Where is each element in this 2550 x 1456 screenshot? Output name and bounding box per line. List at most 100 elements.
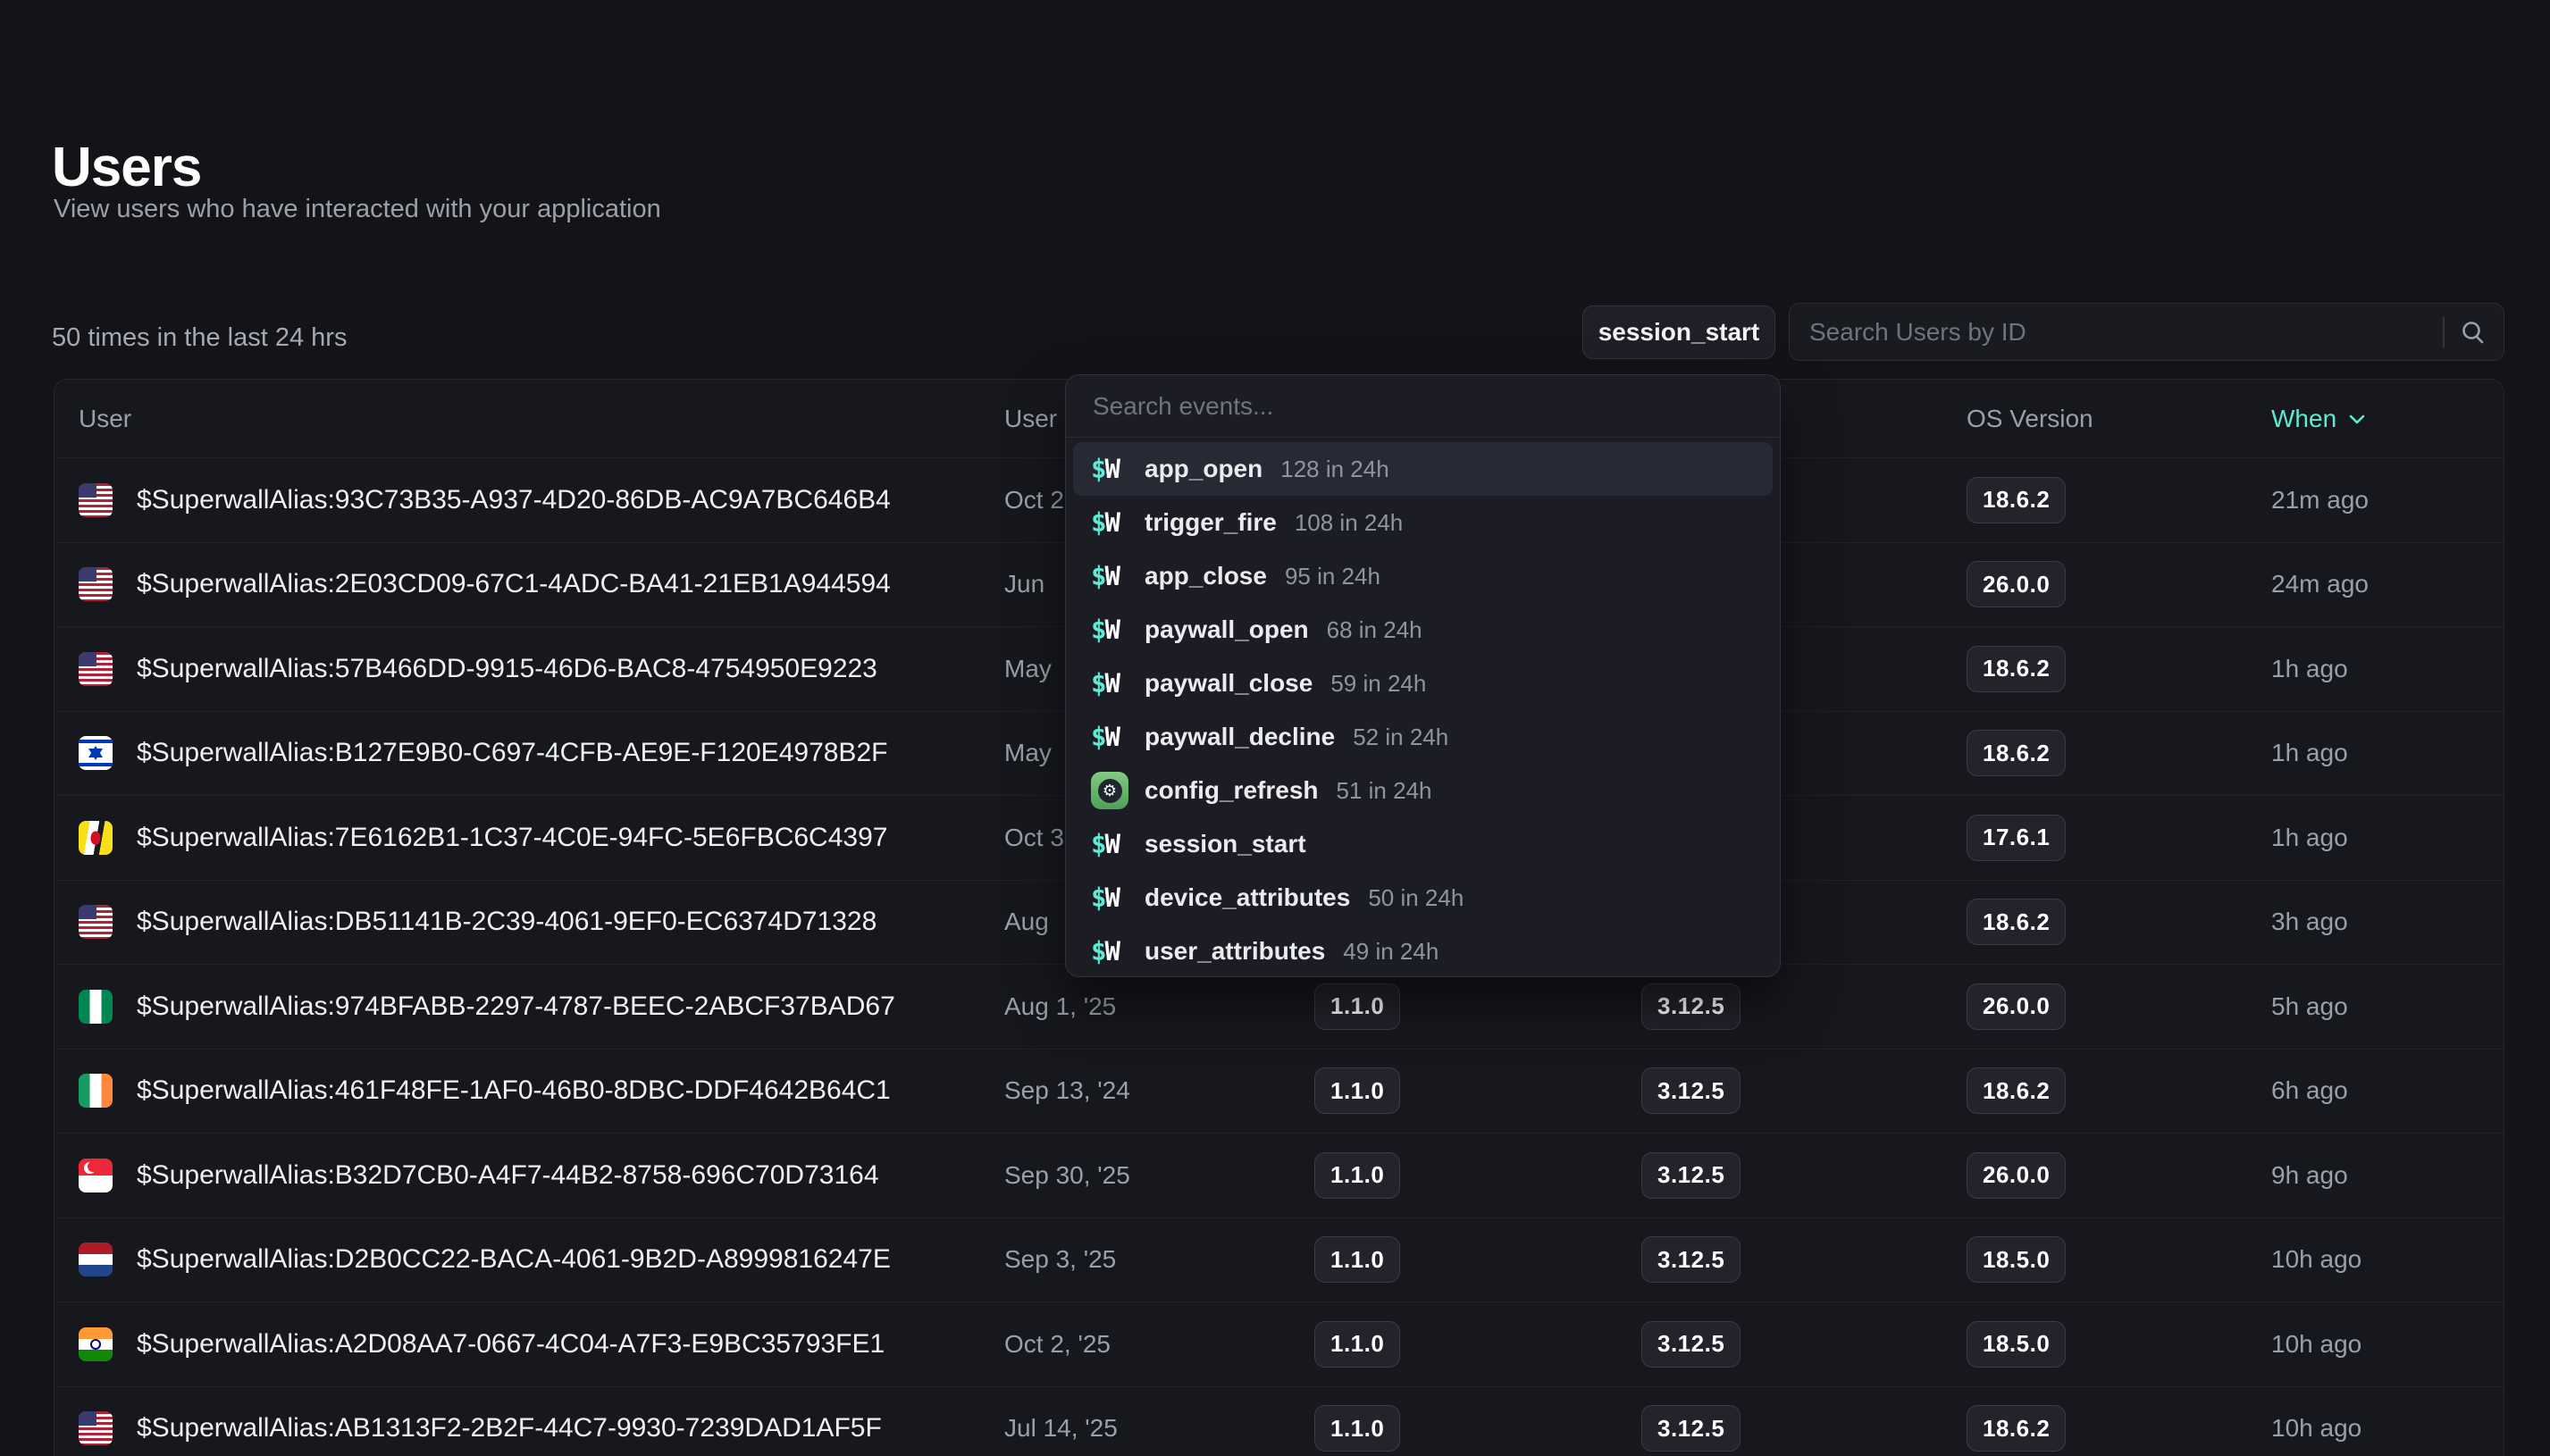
table-row[interactable]: $SuperwallAlias:A2D08AA7-0667-4C04-A7F3-… <box>55 1301 2504 1386</box>
ie-flag-icon <box>79 1074 113 1108</box>
il-flag-icon <box>79 736 113 770</box>
us-flag-detail <box>79 1411 96 1426</box>
os-version-badge: 26.0.0 <box>1967 983 2066 1030</box>
user-alias: $SuperwallAlias:2E03CD09-67C1-4ADC-BA41-… <box>137 569 891 599</box>
search-icon[interactable] <box>2459 318 2487 347</box>
dollar-glyph: $ <box>1091 829 1104 859</box>
user-since-value: Oct 2, '25 <box>1004 1330 1111 1359</box>
event-list: $Wapp_open128 in 24h$Wtrigger_fire108 in… <box>1066 438 1780 978</box>
table-row[interactable]: $SuperwallAlias:D2B0CC22-BACA-4061-9B2D-… <box>55 1218 2504 1302</box>
os-version-badge: 18.6.2 <box>1967 1067 2066 1114</box>
event-count-text: 50 times in the last 24 hrs <box>52 323 347 353</box>
last-seen-value: 9h ago <box>2271 1161 2348 1190</box>
os-version-badge: 18.5.0 <box>1967 1236 2066 1283</box>
table-row[interactable]: $SuperwallAlias:AB1313F2-2B2F-44C7-9930-… <box>55 1386 2504 1456</box>
event-item-config_refresh[interactable]: ⚙ config_refresh 51 in 24h <box>1073 764 1773 817</box>
chevron-down-icon <box>2345 407 2369 431</box>
us-flag-icon <box>79 567 113 601</box>
event-name: config_refresh <box>1145 776 1319 805</box>
event-name: paywall_close <box>1145 669 1313 698</box>
user-alias: $SuperwallAlias:B32D7CB0-A4F7-44B2-8758-… <box>137 1160 879 1191</box>
bn-flag-icon <box>79 821 113 855</box>
last-seen-value: 6h ago <box>2271 1076 2348 1105</box>
user-alias: $SuperwallAlias:A2D08AA7-0667-4C04-A7F3-… <box>137 1329 885 1360</box>
dollar-glyph: $ <box>1091 936 1104 966</box>
event-item-paywall_open[interactable]: $Wpaywall_open68 in 24h <box>1073 603 1773 657</box>
nl-flag-icon <box>79 1243 113 1276</box>
event-count: 51 in 24h <box>1337 777 1432 805</box>
user-search-input[interactable] <box>1790 304 2504 360</box>
dollar-glyph: $ <box>1091 722 1104 752</box>
when-sort-header[interactable]: When <box>2271 405 2369 433</box>
us-flag-detail <box>79 483 96 498</box>
dollar-glyph: $ <box>1091 561 1104 591</box>
last-seen-value: 21m ago <box>2271 486 2369 515</box>
il-flag-detail <box>79 763 113 766</box>
os-version-badge: 26.0.0 <box>1967 1152 2066 1199</box>
last-seen-value: 10h ago <box>2271 1414 2361 1443</box>
last-seen-value: 10h ago <box>2271 1330 2361 1359</box>
event-item-app_open[interactable]: $Wapp_open128 in 24h <box>1073 442 1773 496</box>
user-since-value: Aug <box>1004 908 1049 936</box>
event-count: 50 in 24h <box>1368 884 1464 912</box>
table-row[interactable]: $SuperwallAlias:B32D7CB0-A4F7-44B2-8758-… <box>55 1133 2504 1218</box>
user-alias: $SuperwallAlias:461F48FE-1AF0-46B0-8DBC-… <box>137 1075 891 1106</box>
event-item-session_start[interactable]: $Wsession_start <box>1073 817 1773 871</box>
last-seen-value: 1h ago <box>2271 655 2348 683</box>
event-item-device_attributes[interactable]: $Wdevice_attributes50 in 24h <box>1073 871 1773 925</box>
in-flag-icon <box>79 1327 113 1361</box>
user-since-value: May <box>1004 739 1052 767</box>
search-divider <box>2443 317 2445 347</box>
event-count: 95 in 24h <box>1285 563 1380 590</box>
last-seen-value: 10h ago <box>2271 1245 2361 1274</box>
user-alias: $SuperwallAlias:B127E9B0-C697-4CFB-AE9E-… <box>137 738 887 768</box>
last-seen-value: 24m ago <box>2271 570 2369 598</box>
table-row[interactable]: $SuperwallAlias:461F48FE-1AF0-46B0-8DBC-… <box>55 1049 2504 1134</box>
event-item-trigger_fire[interactable]: $Wtrigger_fire108 in 24h <box>1073 496 1773 549</box>
last-seen-value: 1h ago <box>2271 824 2348 852</box>
us-flag-detail <box>79 652 96 666</box>
event-name: user_attributes <box>1145 937 1325 966</box>
users-page: Users View users who have interacted wit… <box>0 0 2550 1456</box>
user-alias: $SuperwallAlias:93C73B35-A937-4D20-86DB-… <box>137 485 891 515</box>
event-item-paywall_decline[interactable]: $Wpaywall_decline52 in 24h <box>1073 710 1773 764</box>
user-since-value: Jun <box>1004 570 1044 598</box>
user-alias: $SuperwallAlias:D2B0CC22-BACA-4061-9B2D-… <box>137 1244 891 1275</box>
user-since-value: Aug 1, '25 <box>1004 992 1116 1021</box>
user-column-header: User <box>79 405 131 433</box>
event-item-paywall_close[interactable]: $Wpaywall_close59 in 24h <box>1073 657 1773 710</box>
event-count: 52 in 24h <box>1353 724 1448 751</box>
superwall-event-icon: $W <box>1091 454 1145 484</box>
last-seen-value: 1h ago <box>2271 739 2348 767</box>
os-version-column-header: OS Version <box>1967 405 2093 433</box>
os-version-badge: 18.6.2 <box>1967 730 2066 776</box>
os-version-badge: 18.6.2 <box>1967 477 2066 523</box>
sdk-version-badge: 3.12.5 <box>1641 1236 1741 1283</box>
gear-icon: ⚙ <box>1098 779 1122 803</box>
superwall-event-icon: $W <box>1091 507 1145 538</box>
event-name: session_start <box>1145 830 1306 858</box>
app-version-badge: 1.1.0 <box>1314 1405 1400 1452</box>
os-version-badge: 18.6.2 <box>1967 646 2066 692</box>
user-since-value: Sep 3, '25 <box>1004 1245 1116 1274</box>
user-alias: $SuperwallAlias:57B466DD-9915-46D6-BAC8-… <box>137 654 877 684</box>
event-item-app_close[interactable]: $Wapp_close95 in 24h <box>1073 549 1773 603</box>
os-version-badge: 26.0.0 <box>1967 561 2066 607</box>
event-count: 68 in 24h <box>1327 616 1422 644</box>
event-search-field <box>1066 375 1780 438</box>
sdk-version-badge: 3.12.5 <box>1641 983 1741 1030</box>
os-version-badge: 18.5.0 <box>1967 1321 2066 1368</box>
ng-flag-icon <box>79 990 113 1024</box>
event-search-input[interactable] <box>1066 375 1780 437</box>
event-item-user_attributes[interactable]: $Wuser_attributes49 in 24h <box>1073 925 1773 978</box>
event-name: paywall_decline <box>1145 723 1335 751</box>
user-alias: $SuperwallAlias:7E6162B1-1C37-4C0E-94FC-… <box>137 823 887 853</box>
page-subtitle: View users who have interacted with your… <box>54 195 661 224</box>
event-count: 59 in 24h <box>1330 670 1426 698</box>
user-since-value: Jul 14, '25 <box>1004 1414 1118 1443</box>
event-name: trigger_fire <box>1145 508 1277 537</box>
il-flag-detail <box>88 749 103 760</box>
dollar-glyph: $ <box>1091 668 1104 699</box>
event-filter-button[interactable]: session_start <box>1582 305 1775 359</box>
last-seen-value: 3h ago <box>2271 908 2348 936</box>
